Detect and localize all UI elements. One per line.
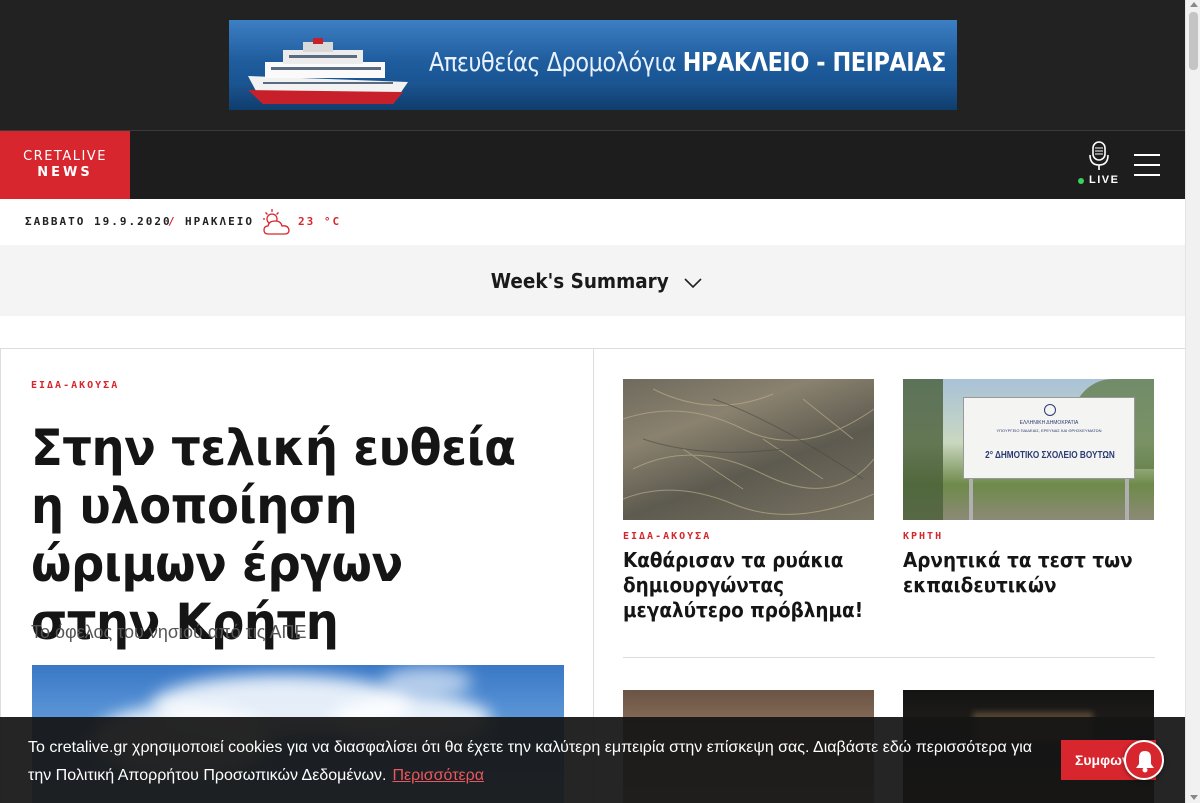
- lead-headline[interactable]: Στην τελική ευθεία η υλοποίηση ώριμων έρ…: [31, 419, 533, 651]
- live-label: LIVE: [1089, 174, 1120, 186]
- cookie-consent-bar: Το cretalive.gr χρησιμοποιεί cookies για…: [0, 717, 1185, 803]
- weather-city: ΗΡΑΚΛΕΙΟ: [185, 215, 254, 228]
- scroll-up-icon[interactable]: [1190, 2, 1198, 7]
- live-radio-button[interactable]: LIVE: [1076, 141, 1122, 189]
- ferry-ship-icon: [248, 38, 408, 104]
- lead-category[interactable]: ΕΙΔΑ-ΑΚΟΥΣΑ: [31, 380, 119, 391]
- sign-line-1: ΕΛΛΗΝΙΚΗ ΔΗΜΟΚΡΑΤΙΑ: [1019, 420, 1079, 426]
- temperature: 23 °C: [298, 215, 342, 228]
- live-status-dot: [1078, 178, 1084, 184]
- scrollbar-thumb[interactable]: [1189, 12, 1198, 70]
- cookie-message-wrap: Το cretalive.gr χρησιμοποιεί cookies για…: [28, 734, 1058, 790]
- article-image[interactable]: [623, 379, 874, 520]
- main-navbar: CRETALIVE NEWS LIVE: [0, 130, 1185, 199]
- cookie-message: Το cretalive.gr χρησιμοποιεί cookies για…: [28, 739, 1033, 784]
- article-title[interactable]: Αρνητικά τα τεστ των εκπαιδευτικών: [903, 548, 1151, 598]
- current-date: ΣΑΒΒΑΤΟ 19.9.2020: [25, 215, 172, 228]
- school-sign: ΕΛΛΗΝΙΚΗ ΔΗΜΟΚΡΑΤΙΑ ΥΠΟΥΡΓΕΙΟ ΠΑΙΔΕΙΑΣ, …: [963, 397, 1135, 479]
- article-title[interactable]: Καθάρισαν τα ρυάκια δημιουργώντας μεγαλύ…: [623, 548, 871, 623]
- page-scrollbar[interactable]: [1185, 0, 1200, 803]
- site-logo[interactable]: CRETALIVE NEWS: [0, 131, 130, 199]
- partly-cloudy-icon: [263, 209, 290, 235]
- sign-line-3: 2° ΔΗΜΟΤΙΚΟ ΣΧΟΛΕΙΟ ΒΟΥΤΩΝ: [985, 450, 1115, 461]
- week-summary-toggle[interactable]: Week's Summary: [0, 245, 1185, 316]
- article-category[interactable]: ΚΡΗΤΗ: [903, 531, 1154, 542]
- cookie-more-link[interactable]: Περισσότερα: [392, 767, 484, 784]
- bell-icon: [1136, 751, 1154, 773]
- microphone-icon: [1089, 141, 1109, 170]
- date-weather-bar: ΣΑΒΒΑΤΟ 19.9.2020 / ΗΡΑΚΛΕΙΟ 23 °C: [0, 199, 1185, 245]
- logo-line2: NEWS: [37, 165, 93, 180]
- hamburger-menu-icon[interactable]: [1134, 154, 1160, 176]
- scroll-down-icon[interactable]: [1190, 795, 1198, 800]
- section-divider: [623, 657, 1155, 658]
- ferry-ad-banner[interactable]: Απευθείας Δρομολόγια ΗΡΑΚΛΕΙΟ - ΠΕΙΡΑΙΑΣ: [229, 20, 957, 110]
- notification-bell-button[interactable]: [1124, 740, 1164, 780]
- week-summary-title: Week's Summary: [490, 268, 669, 293]
- chevron-down-icon: [684, 277, 702, 288]
- logo-line1: CRETALIVE: [23, 149, 107, 164]
- article-card[interactable]: ΕΙΔΑ-ΑΚΟΥΣΑ Καθάρισαν τα ρυάκια δημιουργ…: [623, 379, 874, 623]
- date-separator: /: [168, 215, 177, 228]
- top-ad-area: Απευθείας Δρομολόγια ΗΡΑΚΛΕΙΟ - ΠΕΙΡΑΙΑΣ: [0, 0, 1185, 130]
- article-image[interactable]: ΕΛΛΗΝΙΚΗ ΔΗΜΟΚΡΑΤΙΑ ΥΠΟΥΡΓΕΙΟ ΠΑΙΔΕΙΑΣ, …: [903, 379, 1154, 520]
- sign-line-2: ΥΠΟΥΡΓΕΙΟ ΠΑΙΔΕΙΑΣ, ΕΡΕΥΝΑΣ ΚΑΙ ΘΡΗΣΚΕΥΜ…: [996, 428, 1102, 433]
- article-category[interactable]: ΕΙΔΑ-ΑΚΟΥΣΑ: [623, 531, 874, 542]
- article-card[interactable]: ΕΛΛΗΝΙΚΗ ΔΗΜΟΚΡΑΤΙΑ ΥΠΟΥΡΓΕΙΟ ΠΑΙΔΕΙΑΣ, …: [903, 379, 1154, 598]
- lead-subtitle: Το όφελος του νησιού από τις ΑΠΕ: [31, 622, 307, 642]
- ad-text: Απευθείας Δρομολόγια ΗΡΑΚΛΕΙΟ - ΠΕΙΡΑΙΑΣ: [429, 48, 946, 78]
